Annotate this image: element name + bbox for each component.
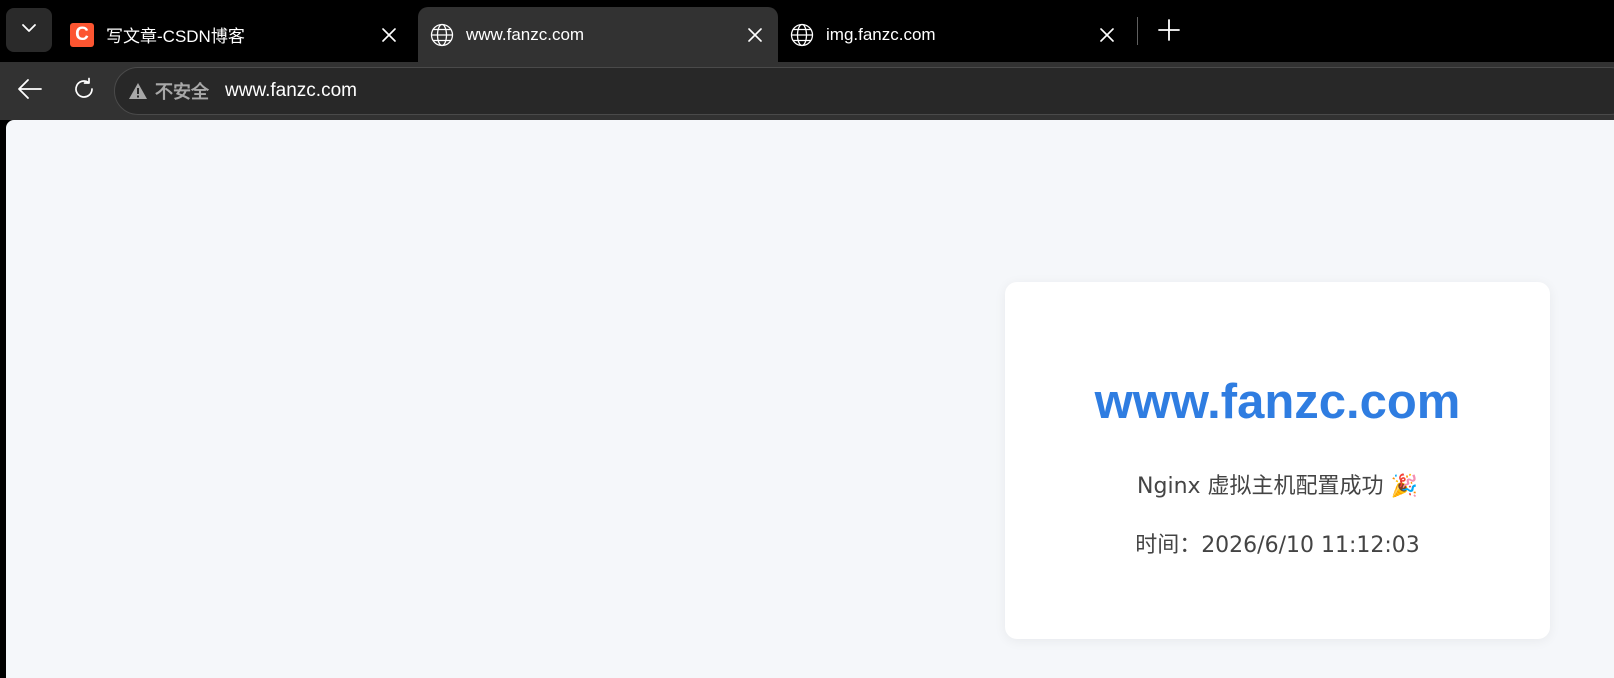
- close-icon[interactable]: [1092, 20, 1122, 50]
- globe-icon: [430, 23, 454, 47]
- close-icon[interactable]: [740, 20, 770, 50]
- info-card: www.fanzc.com Nginx 虚拟主机配置成功 🎉 时间：2026/6…: [1005, 282, 1550, 639]
- close-icon[interactable]: [374, 20, 404, 50]
- new-tab-button[interactable]: [1151, 14, 1187, 50]
- reload-button[interactable]: [64, 71, 104, 111]
- arrow-left-icon: [17, 78, 43, 105]
- reload-icon: [72, 77, 96, 106]
- tab-divider: [1137, 17, 1138, 45]
- page-heading: www.fanzc.com: [1094, 375, 1461, 429]
- tab-title: 写文章-CSDN博客: [106, 27, 245, 46]
- success-message: Nginx 虚拟主机配置成功 🎉: [1137, 474, 1418, 499]
- chevron-down-icon: [20, 19, 38, 42]
- tab-title: www.fanzc.com: [466, 24, 585, 44]
- browser-toolbar: 不安全 www.fanzc.com: [0, 62, 1614, 120]
- warning-icon[interactable]: [127, 80, 149, 102]
- url-text[interactable]: www.fanzc.com: [225, 80, 357, 102]
- time-text: 时间：2026/6/10 11:12:03: [1135, 533, 1420, 558]
- plus-icon: [1158, 18, 1180, 46]
- tab-strip: C 写文章-CSDN博客 www.fanzc.com img.fanzc.com: [0, 0, 1614, 62]
- tab-title: img.fanzc.com: [826, 24, 936, 44]
- tab-search-button[interactable]: [6, 8, 52, 52]
- csdn-icon: C: [70, 22, 94, 47]
- tab-www-fanzc[interactable]: www.fanzc.com: [418, 7, 778, 62]
- security-status-label[interactable]: 不安全: [155, 78, 209, 104]
- back-button[interactable]: [10, 71, 50, 111]
- address-bar[interactable]: 不安全 www.fanzc.com: [114, 67, 1614, 115]
- globe-icon: [790, 23, 814, 47]
- tab-img-fanzc[interactable]: img.fanzc.com: [778, 7, 1130, 62]
- tab-csdn[interactable]: C 写文章-CSDN博客: [58, 7, 412, 62]
